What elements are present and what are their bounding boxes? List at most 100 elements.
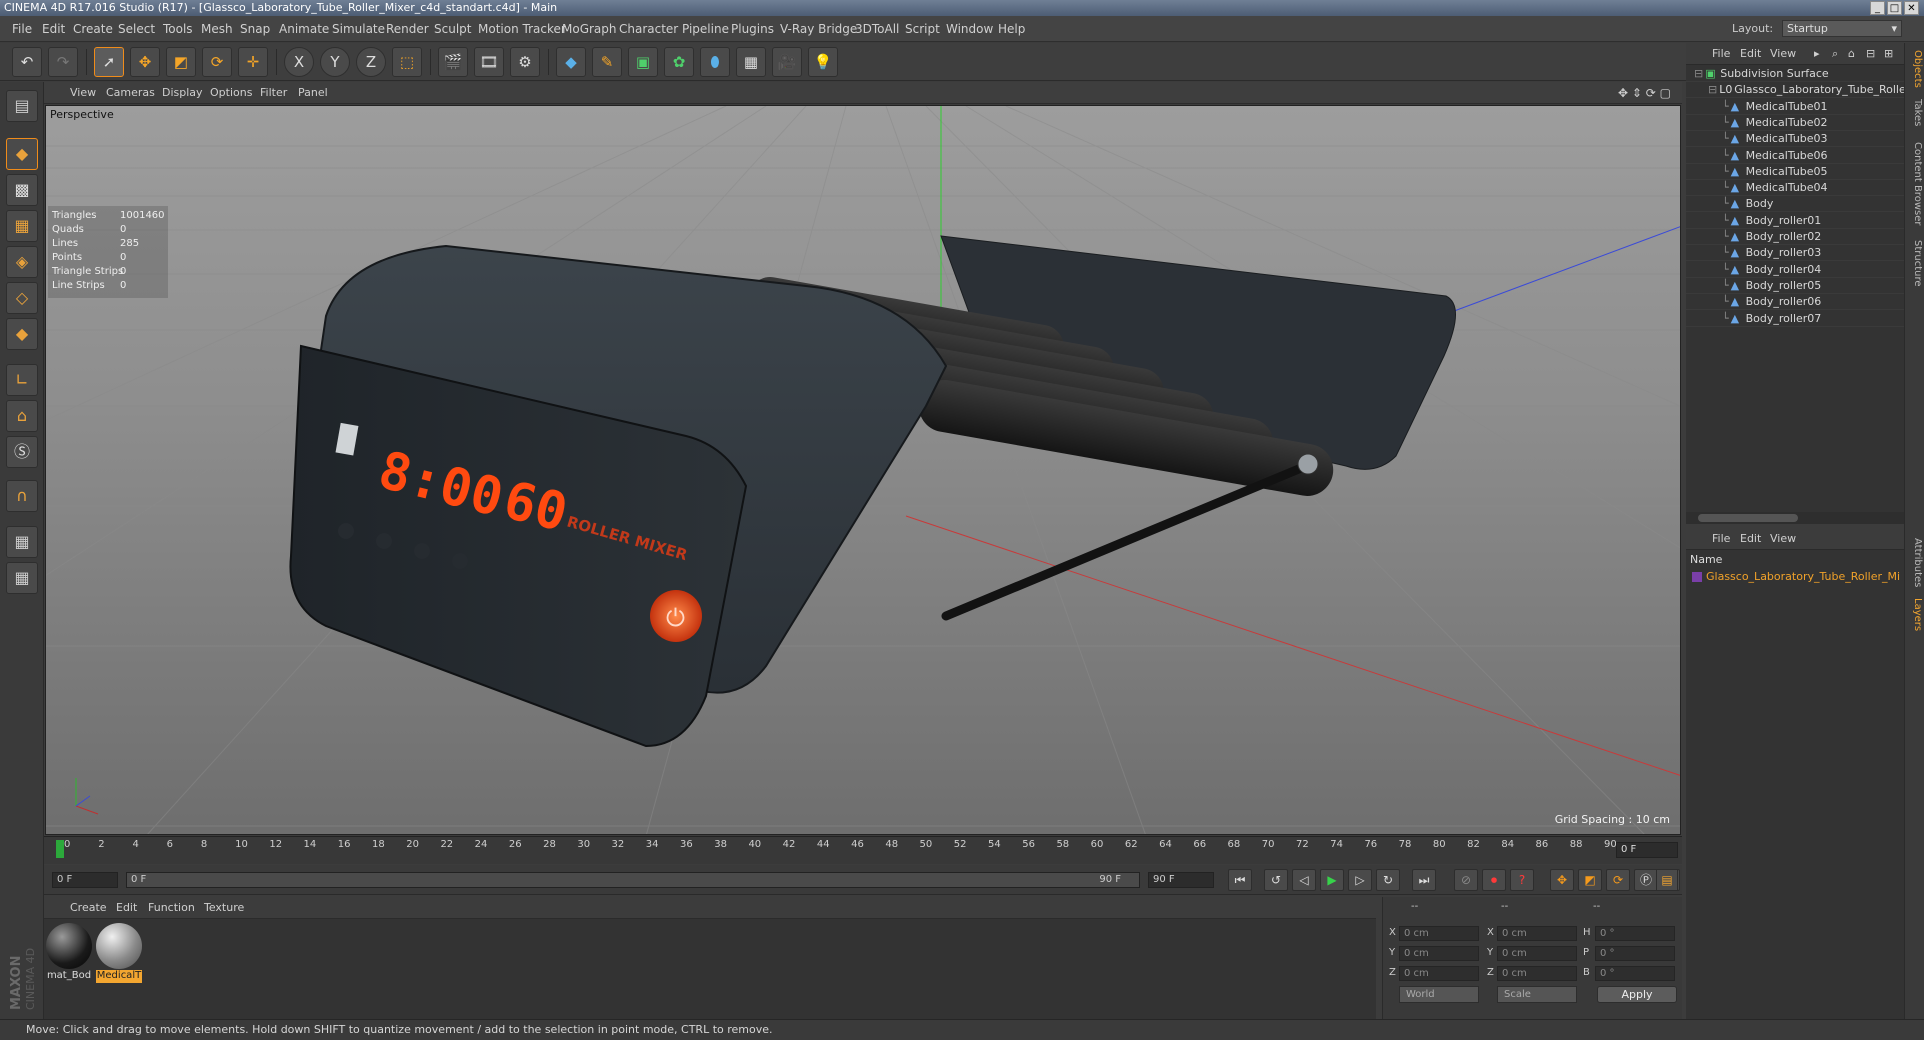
undo-button[interactable]: ↶ <box>12 47 42 77</box>
material-name[interactable]: mat_Bod <box>46 970 92 983</box>
tab-content-browser[interactable]: Content Browser <box>1907 139 1923 229</box>
snap-button[interactable]: Ⓢ <box>6 436 38 468</box>
menu-script[interactable]: Script <box>905 16 940 42</box>
key-rotation-button[interactable]: ⟳ <box>1606 869 1630 891</box>
prev-frame-button[interactable]: ◁ <box>1292 869 1316 891</box>
viewport-menu-filter[interactable]: Filter <box>260 86 287 99</box>
viewport-nav-icons[interactable]: ✥ ⇕ ⟳ ▢ <box>1618 86 1671 100</box>
render-picture-viewer-button[interactable]: 🎞 <box>474 47 504 77</box>
redo-button[interactable]: ↷ <box>48 47 78 77</box>
object-menu-view[interactable]: View <box>1770 47 1796 60</box>
add-mograph-button[interactable]: ✿ <box>664 47 694 77</box>
lock-workplane-button[interactable]: ▦ <box>6 526 38 558</box>
keyframe-selection-button[interactable]: ? <box>1510 869 1534 891</box>
menu-select[interactable]: Select <box>118 16 155 42</box>
y-axis-button[interactable]: Y <box>320 47 350 77</box>
add-deformer-button[interactable]: ⬮ <box>700 47 730 77</box>
material-menu-function[interactable]: Function <box>148 901 195 914</box>
magnet-button[interactable]: ∩ <box>6 480 38 512</box>
menu-simulate[interactable]: Simulate <box>332 16 385 42</box>
menu-help[interactable]: Help <box>998 16 1025 42</box>
prev-key-button[interactable]: ↺ <box>1264 869 1288 891</box>
object-menu-file[interactable]: File <box>1712 47 1730 60</box>
menu-window[interactable]: Window <box>946 16 993 42</box>
layer-menu-edit[interactable]: Edit <box>1740 532 1761 545</box>
axis-mode-button[interactable]: ∟ <box>6 364 38 396</box>
size-y-field[interactable]: 0 cm <box>1497 946 1577 961</box>
material-swatch[interactable] <box>46 923 92 969</box>
menu-motion-tracker[interactable]: Motion Tracker <box>478 16 566 42</box>
edges-mode-button[interactable]: ◇ <box>6 282 38 314</box>
layer-color-swatch[interactable] <box>1692 572 1702 582</box>
size-x-field[interactable]: 0 cm <box>1497 926 1577 941</box>
object-menu-arrow-icon[interactable]: ▸ <box>1814 47 1820 60</box>
coordinate-mode-select[interactable]: World <box>1399 986 1479 1003</box>
add-subdivision-button[interactable]: ▣ <box>628 47 658 77</box>
start-frame-field[interactable]: 0 F <box>52 872 118 888</box>
lock-icon[interactable]: ⊟ <box>1866 47 1875 60</box>
expand-toggle-icon[interactable]: ⊟ <box>1708 83 1717 96</box>
transform-tool-button[interactable]: ✛ <box>238 47 268 77</box>
menu-3dtoall[interactable]: 3DToAll <box>855 16 899 42</box>
menu-snap[interactable]: Snap <box>240 16 270 42</box>
size-mode-select[interactable]: Scale <box>1497 986 1577 1003</box>
material-name-selected[interactable]: MedicalT <box>96 970 142 983</box>
size-z-field[interactable]: 0 cm <box>1497 966 1577 981</box>
menu-mograph[interactable]: MoGraph <box>562 16 617 42</box>
minimize-button[interactable]: _ <box>1870 1 1885 15</box>
planar-workplane-button[interactable]: ▦ <box>6 562 38 594</box>
timeline-window-button[interactable]: ▤ <box>1656 869 1678 891</box>
menu-render[interactable]: Render <box>386 16 429 42</box>
goto-end-button[interactable]: ⏭ <box>1412 869 1436 891</box>
material-menu-edit[interactable]: Edit <box>116 901 137 914</box>
viewport-menu-display[interactable]: Display <box>162 86 203 99</box>
material-swatch[interactable] <box>96 923 142 969</box>
goto-start-button[interactable]: ⏮ <box>1228 869 1252 891</box>
viewport-menu-view[interactable]: View <box>70 86 96 99</box>
add-spline-button[interactable]: ✎ <box>592 47 622 77</box>
make-editable-button[interactable]: ▤ <box>6 90 38 122</box>
rotate-tool-button[interactable]: ⟳ <box>202 47 232 77</box>
frame-range-slider[interactable]: 0 F 90 F <box>126 872 1140 888</box>
close-button[interactable]: ✕ <box>1904 1 1919 15</box>
next-key-button[interactable]: ↻ <box>1376 869 1400 891</box>
texture-mode-button[interactable]: ▩ <box>6 174 38 206</box>
playhead[interactable] <box>56 840 64 858</box>
timeline-ruler[interactable]: 0 2 4 6 8 10 12 14 16 18 20 22 24 26 28 30 32 34 36 38 40 42 4… <box>56 839 1617 863</box>
viewport-menu-cameras[interactable]: Cameras <box>106 86 155 99</box>
x-axis-button[interactable]: X <box>284 47 314 77</box>
coordinate-system-button[interactable]: ⬚ <box>392 47 422 77</box>
maximize-panel-icon[interactable]: ⊞ <box>1884 47 1893 60</box>
object-tree-scrollbar[interactable] <box>1686 512 1904 524</box>
model-mode-button[interactable]: ◆ <box>6 138 38 170</box>
record-keys-button[interactable]: ⊘ <box>1454 869 1478 891</box>
z-axis-button[interactable]: Z <box>356 47 386 77</box>
menu-vray-bridge[interactable]: V-Ray Bridge <box>780 16 857 42</box>
render-settings-button[interactable]: ⚙ <box>510 47 540 77</box>
layout-select[interactable]: Startup ▾ <box>1782 20 1902 37</box>
add-scene-button[interactable]: ▦ <box>736 47 766 77</box>
end-frame-field[interactable]: 90 F <box>1148 872 1214 888</box>
scale-tool-button[interactable]: ◩ <box>166 47 196 77</box>
position-x-field[interactable]: 0 cm <box>1399 926 1479 941</box>
move-tool-button[interactable]: ✥ <box>130 47 160 77</box>
rotation-h-field[interactable]: 0 ° <box>1595 926 1675 941</box>
tab-objects[interactable]: Objects <box>1907 49 1923 89</box>
object-menu-edit[interactable]: Edit <box>1740 47 1761 60</box>
menu-tools[interactable]: Tools <box>163 16 193 42</box>
timeline[interactable]: 0 2 4 6 8 10 12 14 16 18 20 22 24 26 28 30 32 34 36 38 40 42 4… <box>44 836 1682 864</box>
menu-file[interactable]: File <box>12 16 32 42</box>
live-selection-button[interactable]: ➚ <box>94 47 124 77</box>
viewport-menu-options[interactable]: Options <box>210 86 252 99</box>
perspective-viewport[interactable]: 8:00 60 ROLLER MIXER ⏻ Perspective Trian… <box>45 105 1681 835</box>
key-parameter-button[interactable]: Ⓟ <box>1634 869 1658 891</box>
menu-edit[interactable]: Edit <box>42 16 65 42</box>
rotation-p-field[interactable]: 0 ° <box>1595 946 1675 961</box>
material-menu-create[interactable]: Create <box>70 901 107 914</box>
viewport-menu-panel[interactable]: Panel <box>298 86 328 99</box>
expand-toggle-icon[interactable]: ⊟ <box>1694 67 1703 80</box>
workplane-mode-button[interactable]: ▦ <box>6 210 38 242</box>
autokey-button[interactable]: ⏺ <box>1482 869 1506 891</box>
play-button[interactable]: ▶ <box>1320 869 1344 891</box>
maximize-button[interactable]: □ <box>1887 1 1902 15</box>
